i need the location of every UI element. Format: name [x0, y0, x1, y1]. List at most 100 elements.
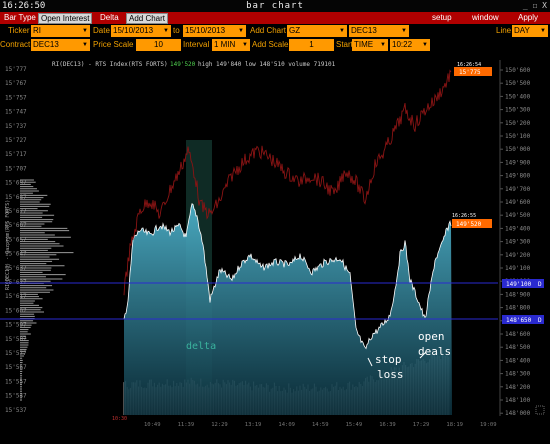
left-tick-label: 15'757	[5, 94, 27, 101]
price-scale-input[interactable]: 10	[136, 39, 181, 51]
chevron-down-icon: ▼	[238, 28, 244, 34]
right-tick-label: 148'400	[505, 357, 531, 364]
left-time-marker: 10:30	[112, 416, 127, 422]
right-tick-label: 149'300	[505, 239, 531, 246]
volume-profile	[20, 179, 74, 401]
left-tick-label: 15'547	[5, 393, 27, 400]
line-label: Line	[496, 26, 512, 35]
chevron-down-icon: ▼	[242, 42, 248, 48]
resize-handle-icon[interactable]	[535, 405, 545, 415]
menu-setup[interactable]: setup	[430, 13, 454, 23]
chart-header-last: 149'520	[170, 61, 196, 68]
time-tick-label: 15:49	[346, 422, 363, 428]
vertical-chart-label: RI(DEC13) - Gazprom(RTS FORTS)	[5, 200, 11, 290]
right-tick-label: 148'900	[505, 291, 531, 298]
time-tick-label: 14:09	[278, 422, 295, 428]
toolbar-row-2: Contract DEC13 ▼ Price Scale 10 Interval …	[0, 39, 550, 53]
ticker-label: Ticker	[8, 26, 30, 35]
menu-window[interactable]: window	[470, 13, 501, 23]
chart-header-stats: high 149'840 low 148'510 volume 719101	[198, 61, 336, 68]
start-time-select[interactable]: 10:22 ▼	[390, 39, 430, 51]
line-select[interactable]: DAY ▼	[512, 25, 548, 37]
contract2-select[interactable]: DEC13 ▼	[349, 25, 409, 37]
date-to-select[interactable]: 15/10/2013 ▼	[183, 25, 246, 37]
ri-tag-value: 149'520	[456, 221, 482, 228]
left-tick-label: 15'767	[5, 80, 27, 87]
right-tick-label: 150'400	[505, 93, 531, 100]
time-tick-label: 14:59	[312, 422, 329, 428]
left-tick-label: 15'567	[5, 364, 27, 371]
left-tick-label: 15'747	[5, 109, 27, 116]
start-type-select[interactable]: TIME ▼	[352, 39, 388, 51]
interval-select[interactable]: 1 MIN ▼	[212, 39, 250, 51]
chevron-down-icon: ▼	[163, 28, 169, 34]
chart-header: RI(DEC13) - RTS Index(RTS FORTS)	[52, 61, 168, 68]
level-tag-1-suffix: D	[538, 281, 542, 288]
right-tick-label: 149'500	[505, 212, 531, 219]
time-axis: 10:49 11:39 12:29 13:19 14:09 14:59 15:49 16:39…	[144, 422, 497, 428]
chevron-down-icon: ▼	[540, 28, 546, 34]
chevron-down-icon: ▼	[380, 42, 386, 48]
interval-label: Interval	[183, 40, 210, 49]
date-label: Date	[93, 26, 110, 35]
right-tick-label: 148'200	[505, 384, 531, 391]
add-scale-input[interactable]: 1	[289, 39, 334, 51]
start-label: Start	[336, 40, 353, 49]
right-tick-label: 149'600	[505, 199, 531, 206]
contract-label: Contract	[0, 40, 31, 49]
window-title: bar chart	[246, 1, 304, 11]
menu-apply[interactable]: Apply	[516, 13, 540, 23]
menu-delta[interactable]: Delta	[98, 13, 121, 23]
left-tick-label: 15'537	[5, 407, 27, 414]
right-tick-label: 149'700	[505, 186, 531, 193]
chevron-down-icon: ▼	[82, 28, 88, 34]
window-controls[interactable]: _ ☐ X	[523, 1, 547, 11]
right-tick-label: 149'100	[505, 265, 531, 272]
annotation-stop: stop	[375, 353, 402, 366]
left-tick-label: 15'707	[5, 165, 27, 172]
add-chart-label: Add Chart	[250, 26, 287, 35]
time-tick-label: 10:49	[144, 422, 161, 428]
tab-add-chart[interactable]: Add Chart	[126, 13, 169, 24]
time-tick-label: 11:39	[178, 422, 195, 428]
right-tick-label: 149'900	[505, 159, 531, 166]
time-tick-label: 19:09	[480, 422, 497, 428]
chart-area[interactable]: 15'777 15'767 15'757 15'747 15'737 15'727 15'7…	[0, 54, 550, 440]
time-tick-label: 13:19	[245, 422, 262, 428]
left-tick-label: 15'697	[5, 180, 27, 187]
right-tick-label: 149'200	[505, 252, 531, 259]
chevron-down-icon: ▼	[401, 28, 407, 34]
time-tick-label: 18:19	[446, 422, 463, 428]
add-chart-select[interactable]: GZ ▼	[287, 25, 347, 37]
tab-open-interest[interactable]: Open Interest	[38, 13, 93, 24]
left-tick-label: 15'557	[5, 378, 27, 385]
right-tick-label: 150'100	[505, 133, 531, 140]
ticker-select[interactable]: RI ▼	[31, 25, 90, 37]
right-tick-label: 148'000	[505, 410, 531, 417]
contract-select[interactable]: DEC13 ▼	[31, 39, 90, 51]
annotation-loss: loss	[377, 368, 404, 381]
time-tick-label: 17:29	[413, 422, 430, 428]
time-tick-label: 12:29	[211, 422, 228, 428]
left-tick-label: 15'737	[5, 123, 27, 130]
chevron-down-icon: ▼	[82, 42, 88, 48]
chevron-down-icon: ▼	[339, 28, 345, 34]
date-from-select[interactable]: 15/10/2013 ▼	[111, 25, 171, 37]
menu-bar: Bar Type Open Interest Delta Add Chart s…	[0, 12, 550, 24]
to-label: to	[173, 26, 180, 35]
level-tag-1-value: 149'100	[506, 281, 532, 288]
left-tick-label: 15'777	[5, 66, 27, 73]
left-tick-label: 15'717	[5, 151, 27, 158]
annotation-open: open	[418, 330, 445, 343]
right-tick-label: 148'100	[505, 397, 531, 404]
right-tick-label: 150'600	[505, 67, 531, 74]
right-axis: 150'600 150'500 150'400 150'300 150'200 150'1…	[499, 60, 531, 417]
menu-bar-type[interactable]: Bar Type	[2, 13, 38, 23]
time-tick-label: 16:39	[379, 422, 396, 428]
right-tick-label: 150'500	[505, 80, 531, 87]
price-scale-label: Price Scale	[93, 40, 134, 49]
right-tick-label: 148'600	[505, 331, 531, 338]
annotation-delta: delta	[186, 341, 216, 352]
level-tag-2-value: 148'650	[506, 317, 532, 324]
right-tick-label: 149'800	[505, 173, 531, 180]
